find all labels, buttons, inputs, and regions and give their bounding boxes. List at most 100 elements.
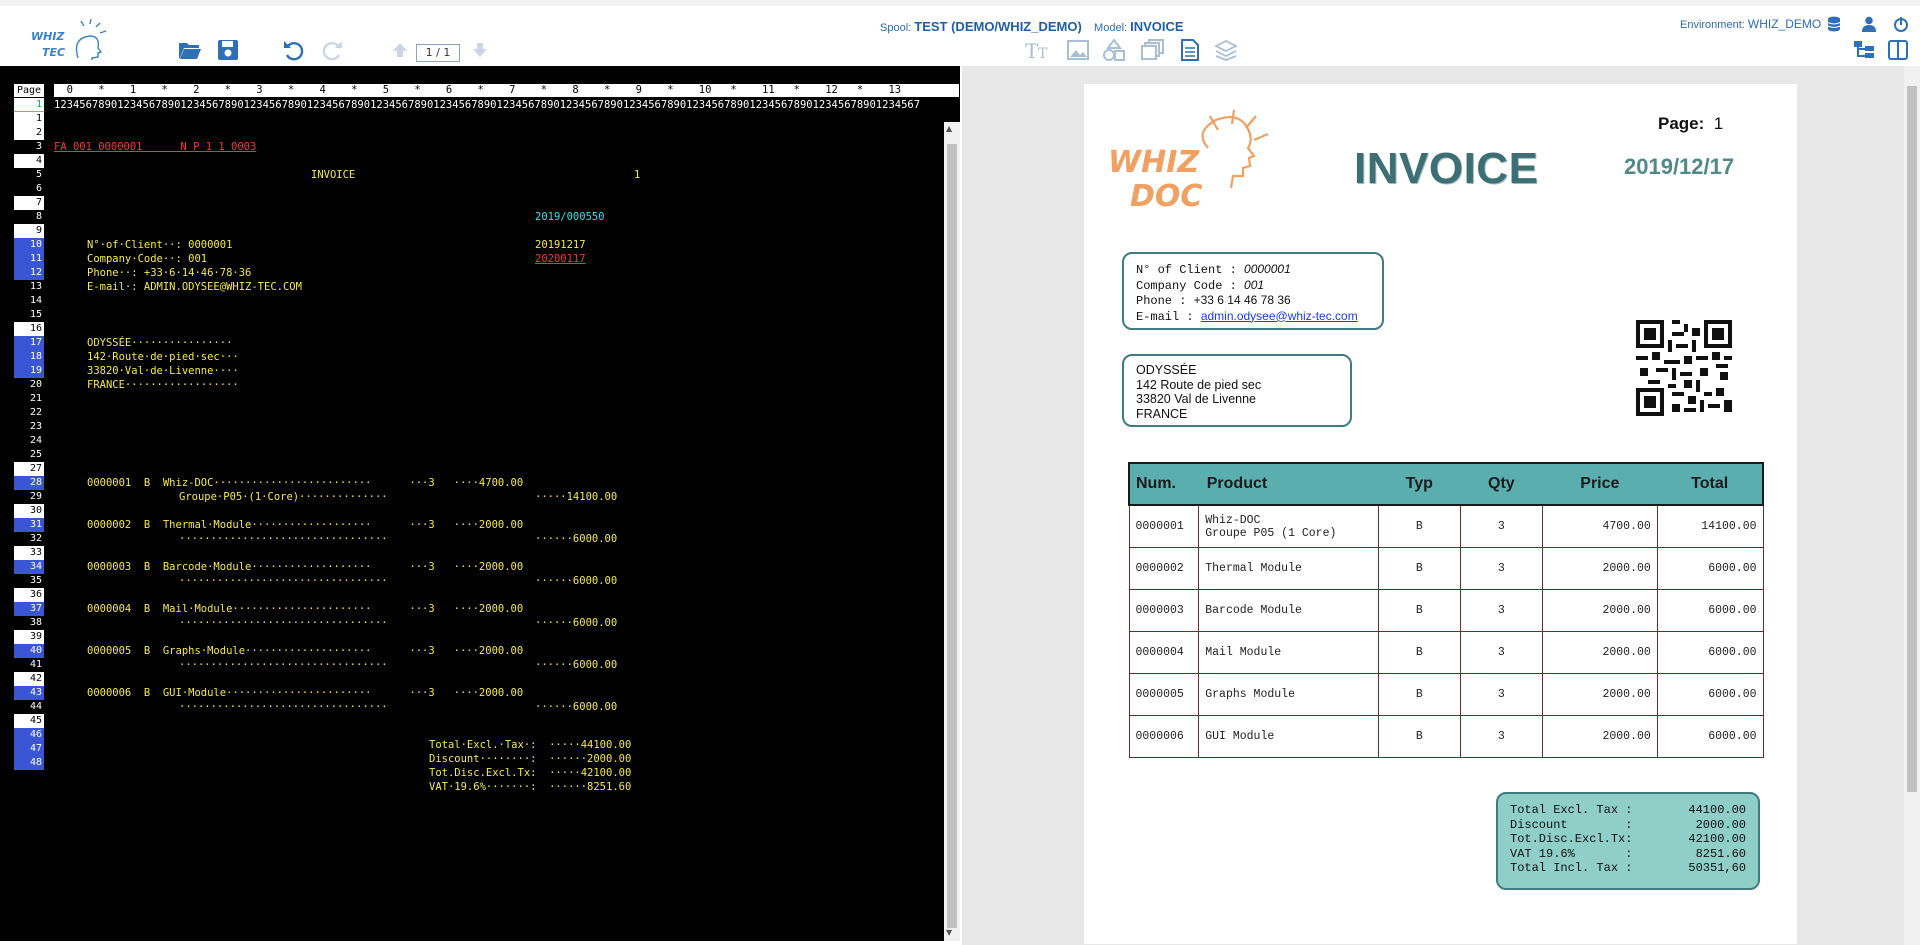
image-tool-icon[interactable]: [1064, 36, 1092, 64]
line-number: 39: [14, 630, 44, 644]
spool-item-line: 0000003 B Barcode·Module················…: [87, 561, 524, 573]
cell-qty: 3: [1459, 631, 1543, 674]
line-number: 12: [14, 266, 44, 280]
email-link[interactable]: admin.odysee@whiz-tec.com: [1201, 309, 1358, 323]
cell-qty: 3: [1459, 589, 1543, 632]
address-line-1: ODYSSÉE: [1136, 363, 1197, 377]
shapes-tool-icon[interactable]: [1100, 36, 1128, 64]
spool-phone: Phone··: +33·6·14·46·78·36: [87, 267, 252, 279]
line-number: 45: [14, 714, 44, 728]
undo-icon[interactable]: [280, 36, 308, 64]
svg-text:WHIZ: WHIZ: [1108, 145, 1200, 180]
column-header-product: Product: [1198, 462, 1379, 506]
preview-scrollbar-thumb[interactable]: [1907, 86, 1917, 792]
invoice-date: 2019/12/17: [1624, 154, 1735, 179]
stack-layers-icon[interactable]: [1212, 36, 1240, 64]
cell-total: 6000.00: [1656, 673, 1764, 716]
line-number: 3: [35, 141, 42, 152]
line-number: 35: [29, 575, 42, 586]
total-value: 8251.60: [1695, 846, 1746, 861]
save-icon[interactable]: [214, 36, 242, 64]
spool-label: Spool:: [880, 22, 912, 34]
page-up-icon[interactable]: [386, 36, 414, 64]
line-number: 27: [14, 462, 44, 476]
cell-num: 0000002: [1128, 547, 1200, 590]
phone-row: Phone : +33 6 14 46 78 36: [1136, 293, 1291, 308]
address-box: ODYSSÉE 142 Route de pied sec 33820 Val …: [1122, 354, 1352, 427]
database-icon[interactable]: [1823, 14, 1845, 34]
cell-product: Whiz-DOC Groupe P05 (1 Core): [1198, 504, 1379, 548]
split-tree-view-icon[interactable]: [1850, 36, 1878, 64]
total-value: 44100.00: [1688, 803, 1746, 817]
address-line-3: 33820 Val de Livenne: [1136, 392, 1257, 406]
spool-item-total: ······6000.00: [535, 617, 618, 629]
spool-reference: 2019/000550: [535, 211, 605, 223]
line-number: 31: [14, 518, 44, 532]
scroll-up-arrow-icon[interactable]: ▲: [946, 124, 952, 133]
line-number: 4: [14, 154, 44, 168]
logout-icon[interactable]: [1890, 14, 1912, 34]
line-number: 24: [29, 435, 42, 446]
table-row: 0000002 Thermal Module B 3 2000.00 6000.00: [1128, 547, 1764, 590]
page-down-icon[interactable]: [466, 36, 494, 64]
cell-total: 6000.00: [1656, 715, 1764, 758]
spool-item-total: ······6000.00: [535, 575, 618, 587]
svg-text:TEC: TEC: [42, 46, 65, 59]
cell-total: 6000.00: [1656, 589, 1764, 632]
line-number: 25: [29, 449, 42, 460]
spool-total-excl: Total·Excl.·Tax·: ·····44100.00: [429, 739, 632, 751]
spool-date2: 20200117: [535, 253, 586, 265]
line-number: 11: [14, 252, 44, 266]
spool-invoice-title: INVOICE: [311, 169, 356, 181]
whiz-doc-logo: WHIZ DOC: [1108, 108, 1298, 228]
spool-item-subline: ·································: [179, 659, 388, 671]
cell-price: 2000.00: [1541, 673, 1658, 716]
spool-company: Company·Code··: 001: [87, 253, 208, 265]
line-number: 10: [14, 238, 44, 252]
user-icon[interactable]: [1858, 14, 1880, 34]
totals-box: Total Excl. Tax : 44100.00 Discount : 2000.…: [1496, 792, 1760, 890]
qr-code: [1636, 320, 1732, 416]
page-indicator[interactable]: 1 / 1: [416, 44, 460, 62]
line-number: 20: [29, 379, 42, 390]
total-row: Total Incl. Tax : 50351,60: [1510, 861, 1746, 876]
svg-text:T: T: [1025, 40, 1039, 60]
whiz-tec-logo: WHIZ TEC: [28, 18, 108, 62]
spool-viewer[interactable]: Page 0 * 1 * 2 * 3 * 4 * 5 * 6 * 7 * 8 *…: [0, 66, 960, 941]
line-number: 32: [29, 533, 42, 544]
cell-num: 0000005: [1128, 673, 1200, 716]
client-number-row: N° of Client : 0000001: [1136, 262, 1291, 277]
scroll-down-arrow-icon[interactable]: ▼: [946, 928, 952, 937]
top-toolbar: WHIZ TEC 1 / 1 Spool: TEST (DEMO/WHIZ_DE…: [0, 0, 1920, 64]
line-number: 16: [14, 322, 44, 336]
line-number: 48: [14, 756, 44, 770]
cell-total: 6000.00: [1656, 631, 1764, 674]
document-icon[interactable]: [1176, 36, 1204, 64]
total-label: Total Excl. Tax :: [1510, 803, 1633, 817]
spool-vat: VAT·19.6%·······: ······8251.60: [429, 781, 632, 793]
open-folder-icon[interactable]: [176, 36, 204, 64]
two-column-view-icon[interactable]: [1884, 36, 1912, 64]
spool-item-total: ·····14100.00: [535, 491, 618, 503]
table-row: 0000004 Mail Module B 3 2000.00 6000.00: [1128, 631, 1764, 674]
spool-scrollbar-thumb[interactable]: [947, 144, 957, 928]
environment-info: Environment: WHIZ_DEMO: [1680, 17, 1821, 31]
line-number: 43: [14, 686, 44, 700]
line-number: 6: [35, 183, 42, 194]
line-number: 7: [14, 196, 44, 210]
text-tool-icon[interactable]: TT: [1025, 36, 1053, 64]
cell-num: 0000006: [1128, 715, 1200, 758]
table-row: 0000001 Whiz-DOC Groupe P05 (1 Core) B 3 470…: [1128, 504, 1764, 548]
spool-item-subline: ·································: [179, 617, 388, 629]
line-number: 1: [14, 112, 44, 126]
line-number: 18: [14, 350, 44, 364]
line-number: 2: [14, 126, 44, 140]
cell-num: 0000004: [1128, 631, 1200, 674]
svg-text:T: T: [1038, 46, 1048, 60]
cell-total: 6000.00: [1656, 547, 1764, 590]
redo-icon[interactable]: [318, 36, 346, 64]
spool-item-line: 0000001 B Whiz-DOC······················…: [87, 477, 524, 489]
layers-copy-icon[interactable]: [1139, 36, 1167, 64]
line-number: 17: [14, 336, 44, 350]
total-row: Total Excl. Tax : 44100.00: [1510, 803, 1746, 818]
